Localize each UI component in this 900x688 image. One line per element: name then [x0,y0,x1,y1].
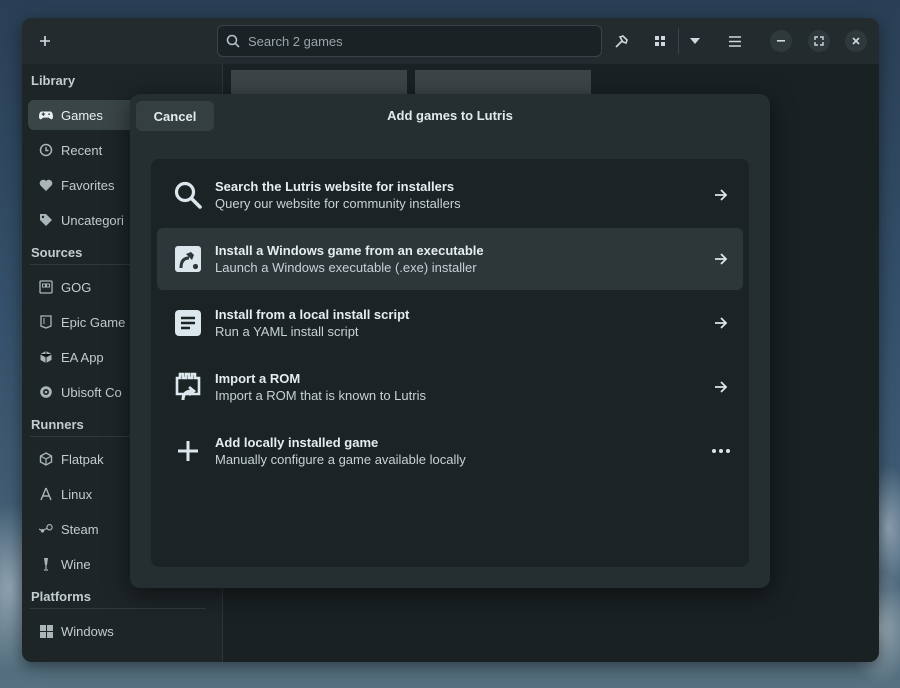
option-title: Install a Windows game from an executabl… [215,243,484,258]
option-subtitle: Import a ROM that is known to Lutris [215,388,426,403]
clock-icon [39,143,53,157]
option-install-windows-exe[interactable]: Install a Windows game from an executabl… [157,228,743,290]
chevron-down-icon [690,38,700,44]
maximize-icon [814,36,824,46]
separator [678,28,679,54]
option-search-lutris-website[interactable]: Search the Lutris website for installers… [157,164,743,226]
dialog-title: Add games to Lutris [387,108,513,123]
sidebar-item-label: Uncategori [61,212,124,228]
script-icon [172,307,204,339]
sidebar-item-label: Favorites [61,177,115,193]
ea-icon [39,350,53,364]
sidebar-item-label: Steam [61,521,99,537]
close-icon [852,37,860,45]
option-add-locally-installed[interactable]: Add locally installed game Manually conf… [157,420,743,482]
section-runners: Runners [31,417,84,432]
hammer-icon [614,34,628,48]
windows-icon [39,624,53,638]
search-input[interactable] [248,33,578,49]
grid-view-button[interactable] [649,30,671,52]
ubisoft-icon [39,385,53,399]
gog-icon [39,280,53,294]
section-platforms: Platforms [31,589,91,604]
sidebar-item-label: Ubisoft Co [61,384,122,400]
minimize-icon [777,40,785,42]
wine-icon [39,557,53,571]
option-subtitle: Manually configure a game available loca… [215,452,466,467]
linux-icon [39,487,53,501]
plus-icon [172,435,204,467]
option-title: Import a ROM [215,371,301,386]
search-field[interactable] [217,25,602,57]
arrow-right-icon [713,187,729,203]
sidebar-item-label: Games [61,107,103,123]
rom-icon [172,371,204,403]
gamepad-icon [39,108,53,122]
tag-icon [39,213,53,227]
game-cover[interactable] [231,70,407,94]
sidebar-item-label: Windows [61,623,114,639]
view-options-dropdown[interactable] [684,30,706,52]
arrow-right-icon [713,315,729,331]
sidebar-item-label: Flatpak [61,451,104,467]
section-sources: Sources [31,245,83,260]
option-subtitle: Run a YAML install script [215,324,359,339]
arrow-right-icon [713,379,729,395]
search-icon [226,34,240,48]
add-games-dialog: Cancel Add games to Lutris Search the Lu… [130,94,770,588]
close-button[interactable] [845,30,867,52]
sidebar-item-label: GOG [61,279,92,295]
add-options-list: Search the Lutris website for installers… [151,159,749,567]
add-game-button[interactable] [34,30,56,52]
windows-exe-icon [172,243,204,275]
arrow-right-icon [713,251,729,267]
sidebar-item-label: EA App [61,349,104,365]
section-library: Library [31,73,76,88]
divider [30,608,206,609]
search-icon [172,179,204,211]
epic-icon [39,315,53,329]
sidebar-item-label: Epic Game [61,314,126,330]
minimize-button[interactable] [770,30,792,52]
option-import-rom[interactable]: Import a ROM Import a ROM that is known … [157,356,743,418]
plus-icon [40,36,50,46]
steam-icon [39,522,53,536]
heart-icon [39,178,53,192]
option-title: Search the Lutris website for installers [215,179,455,194]
option-local-install-script[interactable]: Install from a local install script Run … [157,292,743,354]
option-subtitle: Query our website for community installe… [215,196,461,211]
option-subtitle: Launch a Windows executable (.exe) insta… [215,260,477,275]
hamburger-icon [729,35,741,47]
sidebar-item-label: Wine [61,556,91,572]
sidebar-item-windows[interactable]: Windows [28,616,213,646]
grid-icon [655,36,665,46]
flatpak-icon [39,452,53,466]
game-cover[interactable] [415,70,591,94]
option-title: Install from a local install script [215,307,410,322]
more-icon [711,443,731,459]
headerbar [22,18,879,64]
option-title: Add locally installed game [215,435,379,450]
main-menu-button[interactable] [724,30,746,52]
toggle-installed-button[interactable] [610,30,632,52]
maximize-button[interactable] [808,30,830,52]
sidebar-item-label: Recent [61,142,103,158]
sidebar-item-label: Linux [61,486,93,502]
